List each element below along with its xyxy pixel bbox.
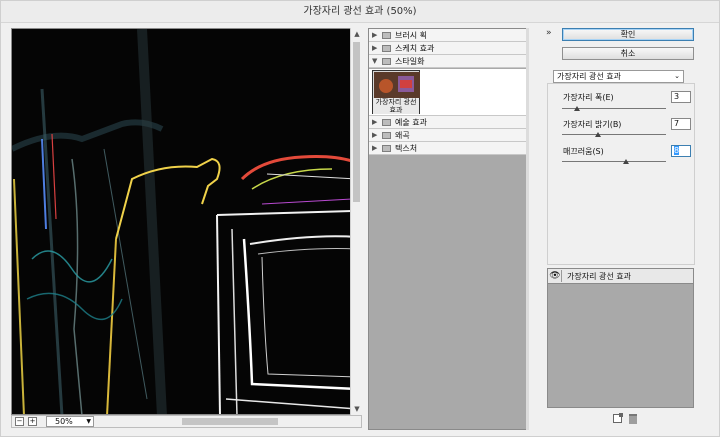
folder-sketch[interactable]: ▶ 스케치 효과 <box>369 42 527 55</box>
folder-distort[interactable]: ▶ 왜곡 <box>369 129 527 142</box>
edge-width-field[interactable]: 3 <box>671 91 691 103</box>
preview-status-bar: − + 50% ▼ <box>11 415 362 428</box>
filter-parameters-panel: 가장자리 폭(E) 3 가장자리 밝기(B) 7 매끄러움(S) 8 <box>547 83 695 265</box>
scroll-up-icon[interactable]: ▲ <box>351 28 363 40</box>
effect-layer-row[interactable]: 👁 가장자리 광선 효과 <box>548 269 693 284</box>
stylize-filter-thumbnails: 가장자리 광선 효과 <box>369 69 527 116</box>
edge-brightness-field[interactable]: 7 <box>671 118 691 130</box>
zoom-in-button[interactable]: + <box>28 417 37 426</box>
folder-icon <box>382 145 391 152</box>
folder-artistic[interactable]: ▶ 예술 효과 <box>369 116 527 129</box>
expand-arrow-icon: ▶ <box>372 118 378 126</box>
filter-thumbnail-image <box>374 72 420 98</box>
filter-gallery-window: 가장자리 광선 효과 (50%) ▲ ▼ − + 50% ▼ ▶ 브러시 획 ▶… <box>0 0 720 437</box>
edge-width-slider[interactable] <box>562 106 666 111</box>
folder-label: 텍스처 <box>395 144 418 153</box>
effect-layers-panel: 👁 가장자리 광선 효과 <box>547 268 694 408</box>
gallery-scrollbar[interactable] <box>526 28 529 430</box>
preview-vertical-scroll-thumb[interactable] <box>353 42 360 202</box>
expand-arrow-icon: ▶ <box>372 144 378 152</box>
folder-label: 예술 효과 <box>395 118 427 127</box>
eye-icon[interactable]: 👁 <box>549 270 562 282</box>
preview-horizontal-scroll-thumb[interactable] <box>182 418 278 425</box>
filter-thumbnail-glowing-edges[interactable]: 가장자리 광선 효과 <box>372 70 420 114</box>
smoothness-slider[interactable] <box>562 159 666 164</box>
new-effect-layer-icon[interactable] <box>613 413 623 423</box>
effect-layer-label: 가장자리 광선 효과 <box>567 272 631 281</box>
filter-gallery-list: ▶ 브러시 획 ▶ 스케치 효과 ▼ 스타일화 가장자리 광선 효과 ▶ 예술 … <box>368 28 528 430</box>
window-title: 가장자리 광선 효과 (50%) <box>1 1 719 23</box>
smoothness-field[interactable]: 8 <box>671 145 691 157</box>
folder-icon <box>382 132 391 139</box>
zoom-select[interactable]: 50% ▼ <box>46 416 94 427</box>
folder-texture[interactable]: ▶ 텍스처 <box>369 142 527 155</box>
ok-button[interactable]: 확인 <box>562 28 694 41</box>
folder-label: 왜곡 <box>395 131 410 140</box>
preview-canvas[interactable] <box>11 28 362 415</box>
edge-brightness-label: 가장자리 밝기(B) <box>563 120 622 129</box>
edge-brightness-slider-knob[interactable] <box>595 132 602 137</box>
filter-select[interactable]: 가장자리 광선 효과 ⌄ <box>553 70 684 83</box>
folder-icon <box>382 32 391 39</box>
scroll-down-icon[interactable]: ▼ <box>351 403 363 415</box>
folder-label: 스케치 효과 <box>395 44 435 53</box>
edge-width-label: 가장자리 폭(E) <box>563 93 614 102</box>
trash-icon[interactable] <box>629 414 637 424</box>
double-chevron-up-icon[interactable]: » <box>546 28 552 38</box>
smoothness-value: 8 <box>674 146 680 155</box>
expand-arrow-icon: ▶ <box>372 31 378 39</box>
edge-brightness-slider[interactable] <box>562 132 666 137</box>
edge-width-slider-knob[interactable] <box>573 106 580 111</box>
preview-vertical-scrollbar[interactable]: ▲ ▼ <box>350 28 362 415</box>
smoothness-label: 매끄러움(S) <box>563 147 604 156</box>
expand-arrow-icon: ▶ <box>372 131 378 139</box>
preview-image <box>12 29 361 414</box>
zoom-out-button[interactable]: − <box>15 417 24 426</box>
cancel-button[interactable]: 취소 <box>562 47 694 60</box>
folder-label: 스타일화 <box>395 57 425 66</box>
chevron-down-icon: ▼ <box>86 418 91 425</box>
smoothness-slider-knob[interactable] <box>623 159 630 164</box>
chevron-down-icon: ⌄ <box>674 72 680 80</box>
folder-brush-strokes[interactable]: ▶ 브러시 획 <box>369 29 527 42</box>
zoom-value: 50% <box>55 417 73 426</box>
collapse-arrow-icon: ▼ <box>372 57 378 65</box>
folder-label: 브러시 획 <box>395 31 427 40</box>
folder-icon <box>382 45 391 52</box>
filter-select-value: 가장자리 광선 효과 <box>557 72 621 81</box>
folder-open-icon <box>382 58 391 65</box>
folder-icon <box>382 119 391 126</box>
folder-stylize[interactable]: ▼ 스타일화 <box>369 55 527 68</box>
filter-thumbnail-label: 가장자리 광선 효과 <box>373 98 419 114</box>
expand-arrow-icon: ▶ <box>372 44 378 52</box>
